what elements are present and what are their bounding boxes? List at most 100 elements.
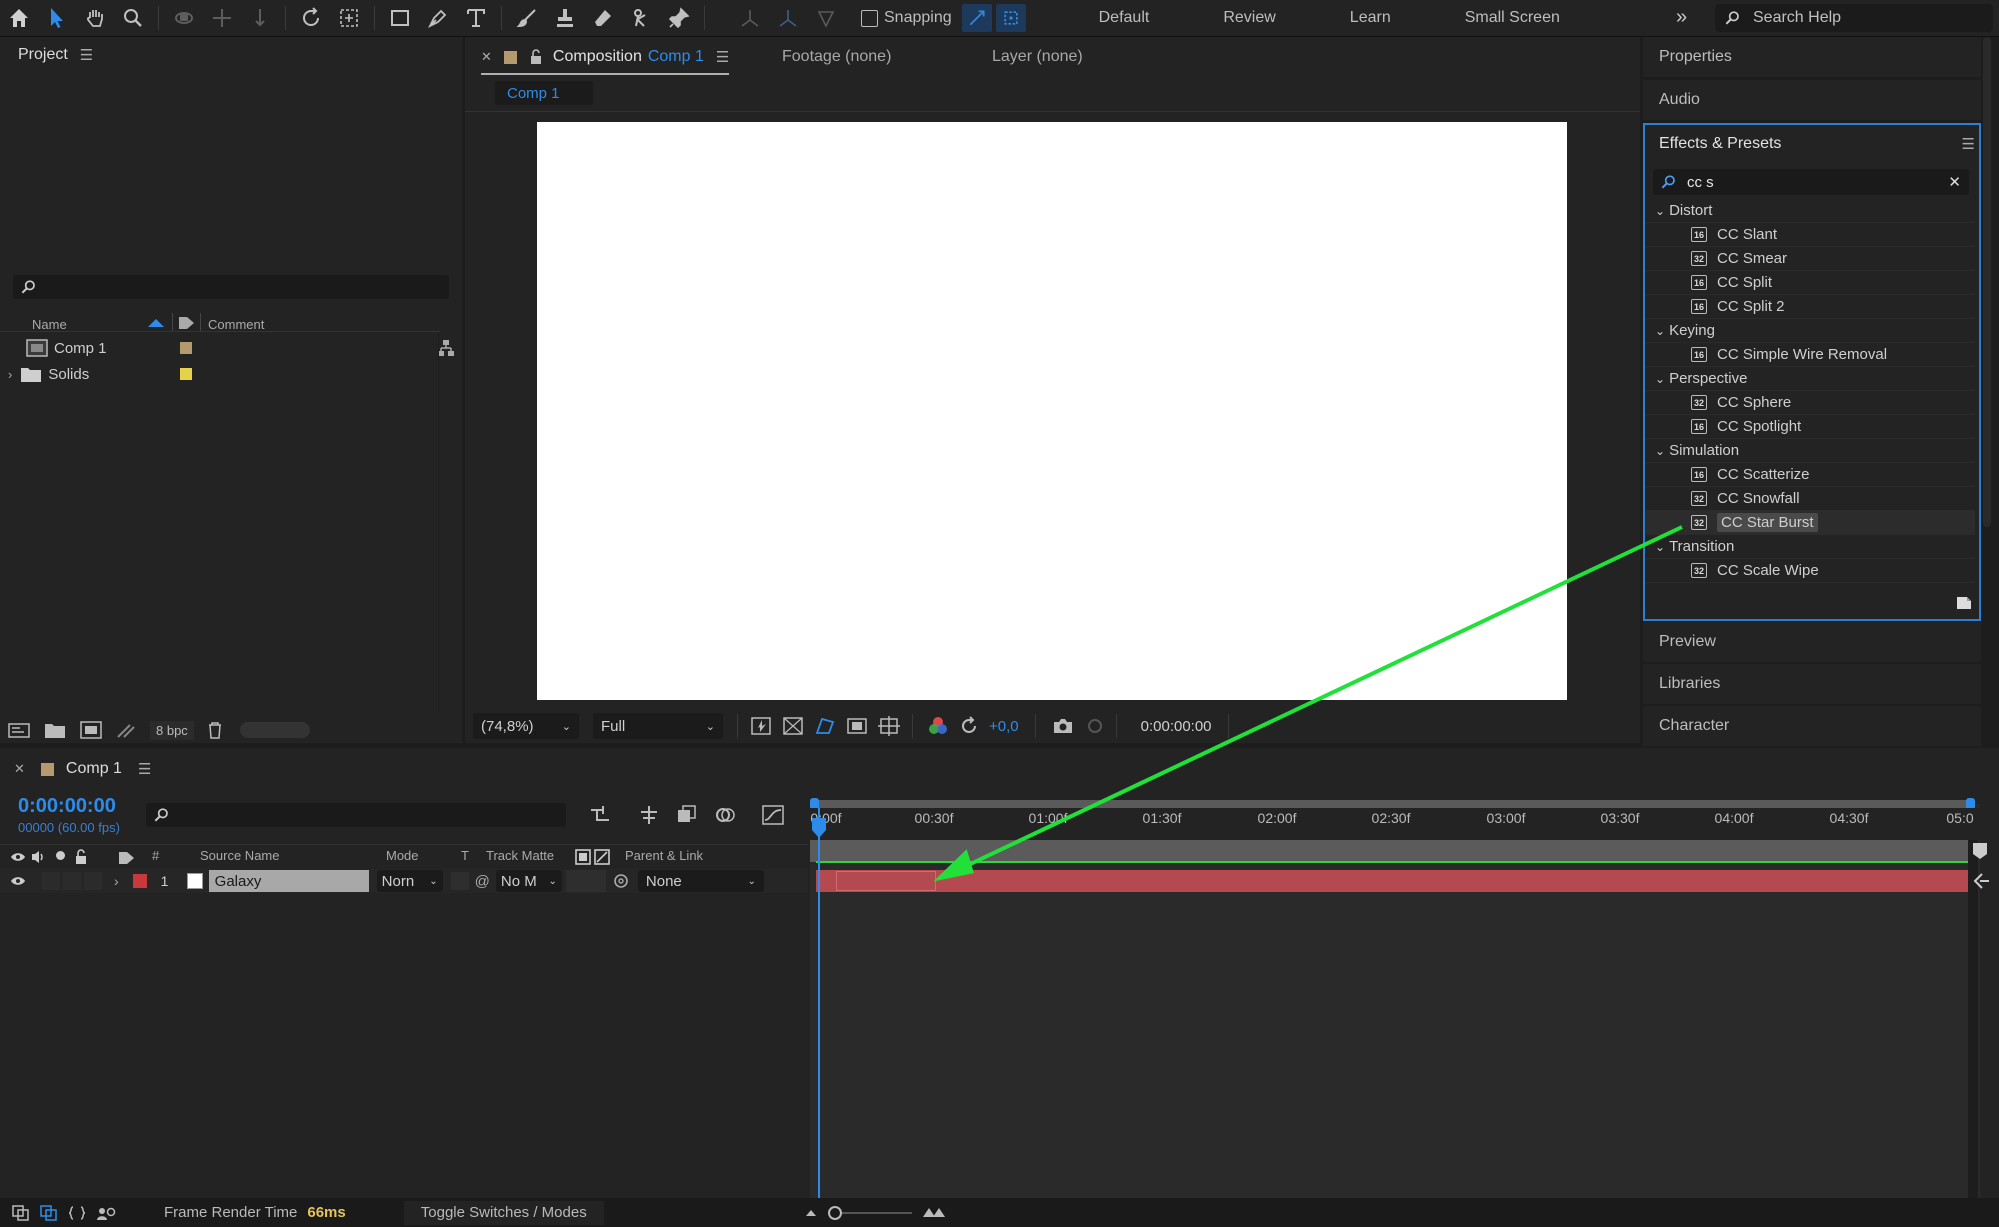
layer-end-icon[interactable]	[1972, 872, 1990, 890]
puppet-pin-icon[interactable]	[660, 0, 698, 36]
effect-cc-scale-wipe[interactable]: 32 CC Scale Wipe	[1645, 559, 1975, 583]
layer-duration-bar[interactable]	[816, 870, 1968, 892]
lock-icon[interactable]	[74, 849, 88, 865]
search-help-field[interactable]: Search Help	[1715, 4, 1993, 32]
eye-icon[interactable]	[10, 850, 26, 864]
timeline-scrollbar[interactable]	[1968, 840, 1978, 1198]
column-index[interactable]: #	[152, 848, 159, 863]
effect-cc-slant[interactable]: 16 CC Slant	[1645, 223, 1975, 247]
channels-icon[interactable]	[927, 715, 949, 737]
zoom-tool-icon[interactable]	[114, 0, 152, 36]
sort-ascending-icon[interactable]	[148, 319, 164, 327]
parent-dropdown[interactable]: None ⌄	[637, 870, 764, 892]
preview-panel-header[interactable]: Preview	[1643, 622, 1981, 662]
rotation-tool-icon[interactable]	[292, 0, 330, 36]
character-panel-header[interactable]: Character	[1643, 706, 1981, 746]
zoom-out-icon[interactable]	[804, 1208, 818, 1218]
snapshot-camera-icon[interactable]	[1052, 716, 1074, 736]
home-icon[interactable]	[0, 0, 38, 36]
solo-icon[interactable]	[56, 851, 65, 860]
effects-search-input[interactable]: cc s ✕	[1653, 169, 1969, 195]
work-area-bar[interactable]	[810, 840, 1970, 862]
in-out-duration-icon[interactable]	[68, 1205, 86, 1221]
roto-brush-icon[interactable]	[622, 0, 660, 36]
right-dock-scrollbar[interactable]	[1983, 37, 1991, 527]
category-perspective[interactable]: ⌄ Perspective	[1645, 367, 1975, 391]
layer-label-color[interactable]	[132, 874, 147, 888]
panel-menu-icon[interactable]: ☰	[716, 48, 729, 66]
snapping-toggle[interactable]: Snapping	[861, 9, 952, 27]
column-t[interactable]: T	[461, 848, 469, 863]
column-source-name[interactable]: Source Name	[200, 848, 279, 863]
region-of-interest-icon[interactable]	[846, 716, 868, 736]
project-panel-title[interactable]: Project	[18, 46, 68, 64]
effect-cc-split-2[interactable]: 16 CC Split 2	[1645, 295, 1975, 319]
effects-panel-title[interactable]: Effects & Presets	[1659, 135, 1781, 153]
panel-menu-icon[interactable]: ☰	[1962, 135, 1975, 153]
playhead-icon[interactable]	[810, 818, 828, 840]
effect-cc-smear[interactable]: 32 CC Smear	[1645, 247, 1975, 271]
reset-exposure-icon[interactable]	[959, 716, 979, 736]
lock-switch[interactable]	[84, 872, 102, 890]
label-tag-icon[interactable]	[178, 315, 196, 331]
effect-cc-simple-wire-removal[interactable]: 16 CC Simple Wire Removal	[1645, 343, 1975, 367]
project-item-comp[interactable]: Comp 1	[0, 335, 454, 361]
layer-name-field[interactable]: Galaxy	[208, 870, 369, 892]
matte-pickwhip-icon[interactable]: @	[475, 873, 490, 890]
trash-icon[interactable]	[206, 721, 224, 739]
transfer-controls-icon[interactable]	[40, 1204, 58, 1221]
chevron-right-icon[interactable]: ›	[8, 367, 12, 382]
project-search-input[interactable]	[13, 275, 449, 299]
effect-cc-spotlight[interactable]: 16 CC Spotlight	[1645, 415, 1975, 439]
track-matte-dropdown[interactable]: No M ⌄	[495, 870, 562, 892]
toggle-switches-modes-button[interactable]: Toggle Switches / Modes	[403, 1200, 604, 1225]
new-folder-icon[interactable]	[44, 721, 66, 739]
zoom-in-icon[interactable]	[922, 1207, 946, 1219]
pen-tool-icon[interactable]	[419, 0, 457, 36]
current-time-indicator[interactable]	[818, 808, 820, 1198]
workspace-default[interactable]: Default	[1099, 9, 1150, 27]
properties-panel-header[interactable]: Properties	[1643, 37, 1981, 77]
effect-cc-split[interactable]: 16 CC Split	[1645, 271, 1975, 295]
grid-guides-icon[interactable]	[878, 716, 900, 736]
layer-switches-icon[interactable]	[12, 1204, 30, 1221]
new-composition-icon[interactable]	[80, 721, 102, 739]
flowchart-icon[interactable]	[437, 339, 455, 357]
close-tab-icon[interactable]: ✕	[481, 49, 492, 65]
resolution-dropdown[interactable]: Full ⌄	[593, 713, 723, 739]
audio-panel-header[interactable]: Audio	[1643, 80, 1981, 120]
fast-previews-icon[interactable]	[750, 716, 772, 736]
column-parent-link[interactable]: Parent & Link	[625, 848, 703, 863]
layer-row-galaxy[interactable]: › 1 Galaxy Norn ⌄ @ No M ⌄ None ⌄	[0, 869, 808, 893]
brush-tool-icon[interactable]	[508, 0, 546, 36]
category-simulation[interactable]: ⌄ Simulation	[1645, 439, 1975, 463]
rectangle-tool-icon[interactable]	[381, 0, 419, 36]
project-settings-icon[interactable]	[116, 721, 138, 739]
blend-mode-dropdown[interactable]: Norn ⌄	[376, 870, 443, 892]
composition-tab-label[interactable]: Composition	[553, 48, 642, 66]
composition-tab-name[interactable]: Comp 1	[648, 48, 704, 66]
thumbnail-size-slider[interactable]	[239, 722, 310, 738]
project-item-solids[interactable]: › Solids	[0, 361, 440, 387]
category-distort[interactable]: ⌄ Distort	[1645, 199, 1975, 223]
show-snapshot-icon[interactable]	[1084, 716, 1106, 736]
comp-breadcrumb[interactable]: Comp 1	[495, 81, 593, 105]
close-tab-icon[interactable]: ✕	[14, 761, 25, 777]
comp-marker-bin-icon[interactable]	[1972, 842, 1988, 860]
timeline-tab-label[interactable]: Comp 1	[66, 760, 122, 778]
clone-stamp-icon[interactable]	[546, 0, 584, 36]
pan-behind-tool-icon[interactable]	[330, 0, 368, 36]
label-color-swatch[interactable]	[180, 368, 192, 380]
column-name[interactable]: Name	[32, 317, 67, 332]
label-tag-icon[interactable]	[118, 850, 136, 866]
axis-view-icon[interactable]	[807, 0, 845, 36]
preserve-transparency-checkbox[interactable]	[450, 872, 469, 890]
axis-world-icon[interactable]	[769, 0, 807, 36]
hand-tool-icon[interactable]	[76, 0, 114, 36]
orbit-camera-icon[interactable]	[165, 0, 203, 36]
footage-tab[interactable]: Footage (none)	[782, 48, 891, 66]
expand-layer-icon[interactable]: ›	[114, 873, 119, 889]
selection-tool-icon[interactable]	[38, 0, 76, 36]
panel-menu-icon[interactable]: ☰	[80, 46, 93, 64]
speaker-icon[interactable]	[30, 849, 46, 865]
